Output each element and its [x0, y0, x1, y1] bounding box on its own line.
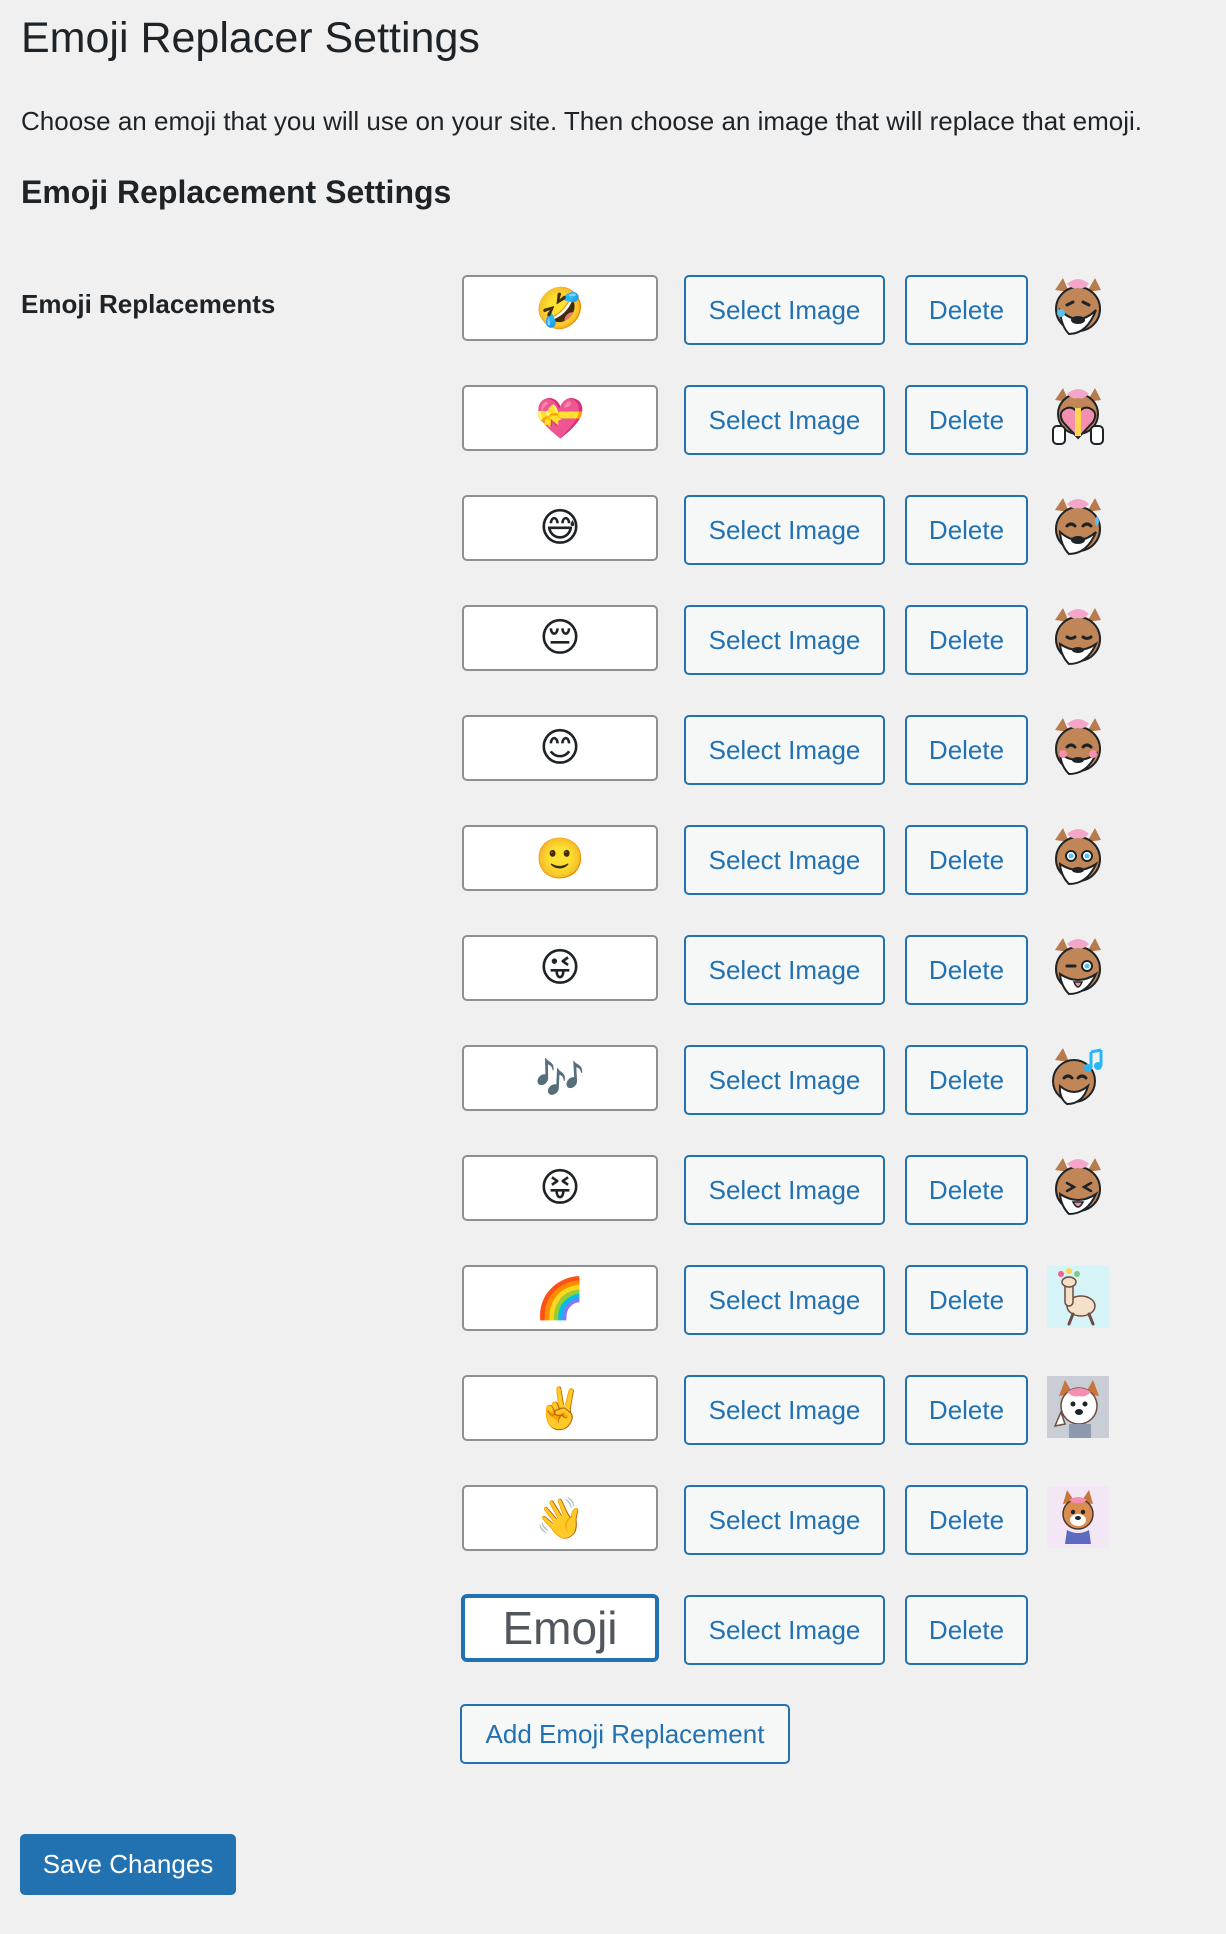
dog-waving-image: [1047, 1486, 1109, 1548]
select-image-button[interactable]: Select Image: [684, 1265, 885, 1335]
emoji-input[interactable]: [462, 715, 658, 781]
delete-button[interactable]: Delete: [905, 605, 1028, 675]
select-image-button[interactable]: Select Image: [684, 935, 885, 1005]
dancing-llama-image: [1047, 1266, 1109, 1328]
select-image-button[interactable]: Select Image: [684, 495, 885, 565]
select-image-button[interactable]: Select Image: [684, 1045, 885, 1115]
replacement-row: Select Image Delete: [441, 495, 1141, 565]
replacement-row: Select Image Delete: [441, 715, 1141, 785]
fox-crying-laughing-sticker: [1047, 276, 1109, 338]
fox-wink-tongue-sticker: [1047, 936, 1109, 998]
save-changes-button[interactable]: Save Changes: [20, 1834, 236, 1895]
replacement-row: Select Image Delete: [441, 1485, 1141, 1555]
emoji-input[interactable]: [462, 275, 658, 341]
select-image-button[interactable]: Select Image: [684, 715, 885, 785]
replacement-row: Select Image Delete: [441, 1045, 1141, 1115]
emoji-input[interactable]: [462, 1595, 658, 1661]
fox-pensive-sticker: [1047, 606, 1109, 668]
emoji-input[interactable]: [462, 1155, 658, 1221]
delete-button[interactable]: Delete: [905, 1375, 1028, 1445]
delete-button[interactable]: Delete: [905, 1595, 1028, 1665]
replacement-row: Select Image Delete: [441, 935, 1141, 1005]
fox-music-notes-sticker: [1047, 1046, 1109, 1108]
select-image-button[interactable]: Select Image: [684, 275, 885, 345]
replacement-row: Select Image Delete: [441, 275, 1141, 345]
emoji-input[interactable]: [462, 825, 658, 891]
emoji-input[interactable]: [462, 1485, 658, 1551]
select-image-button[interactable]: Select Image: [684, 1595, 885, 1665]
add-emoji-replacement-button[interactable]: Add Emoji Replacement: [460, 1704, 790, 1764]
select-image-button[interactable]: Select Image: [684, 1485, 885, 1555]
replacement-row: Select Image Delete: [441, 1265, 1141, 1335]
delete-button[interactable]: Delete: [905, 935, 1028, 1005]
delete-button[interactable]: Delete: [905, 825, 1028, 895]
emoji-input[interactable]: [462, 495, 658, 561]
select-image-button[interactable]: Select Image: [684, 605, 885, 675]
emoji-input[interactable]: [462, 1265, 658, 1331]
page-title: Emoji Replacer Settings: [21, 14, 480, 62]
replacement-row: Select Image Delete: [441, 825, 1141, 895]
delete-button[interactable]: Delete: [905, 1485, 1028, 1555]
emoji-input[interactable]: [462, 385, 658, 451]
delete-button[interactable]: Delete: [905, 1155, 1028, 1225]
select-image-button[interactable]: Select Image: [684, 1375, 885, 1445]
select-image-button[interactable]: Select Image: [684, 1155, 885, 1225]
delete-button[interactable]: Delete: [905, 1265, 1028, 1335]
fox-smile-sticker: [1047, 826, 1109, 888]
emoji-input[interactable]: [462, 1045, 658, 1111]
page-intro: Choose an emoji that you will use on you…: [21, 106, 1143, 136]
select-image-button[interactable]: Select Image: [684, 385, 885, 455]
delete-button[interactable]: Delete: [905, 1045, 1028, 1115]
fox-holding-heart-sticker: [1047, 386, 1109, 448]
emoji-input[interactable]: [462, 935, 658, 1001]
replacement-row: Select Image Delete: [441, 385, 1141, 455]
delete-button[interactable]: Delete: [905, 275, 1028, 345]
delete-button[interactable]: Delete: [905, 715, 1028, 785]
delete-button[interactable]: Delete: [905, 495, 1028, 565]
delete-button[interactable]: Delete: [905, 385, 1028, 455]
fox-squint-tongue-sticker: [1047, 1156, 1109, 1218]
fox-blush-sticker: [1047, 716, 1109, 778]
select-image-button[interactable]: Select Image: [684, 825, 885, 895]
fox-sweat-smile-sticker: [1047, 496, 1109, 558]
section-title: Emoji Replacement Settings: [21, 174, 452, 210]
emoji-replacements-label: Emoji Replacements: [21, 289, 276, 319]
emoji-replacement-list: Select Image Delete Select Image Delete …: [441, 275, 1141, 1705]
replacement-row: Select Image Delete: [441, 1155, 1141, 1225]
replacement-row: Select Image Delete: [441, 1375, 1141, 1445]
dog-peace-sign-image: [1047, 1376, 1109, 1438]
replacement-row-new: Select Image Delete: [441, 1595, 1141, 1665]
replacement-row: Select Image Delete: [441, 605, 1141, 675]
emoji-input[interactable]: [462, 605, 658, 671]
emoji-input[interactable]: [462, 1375, 658, 1441]
